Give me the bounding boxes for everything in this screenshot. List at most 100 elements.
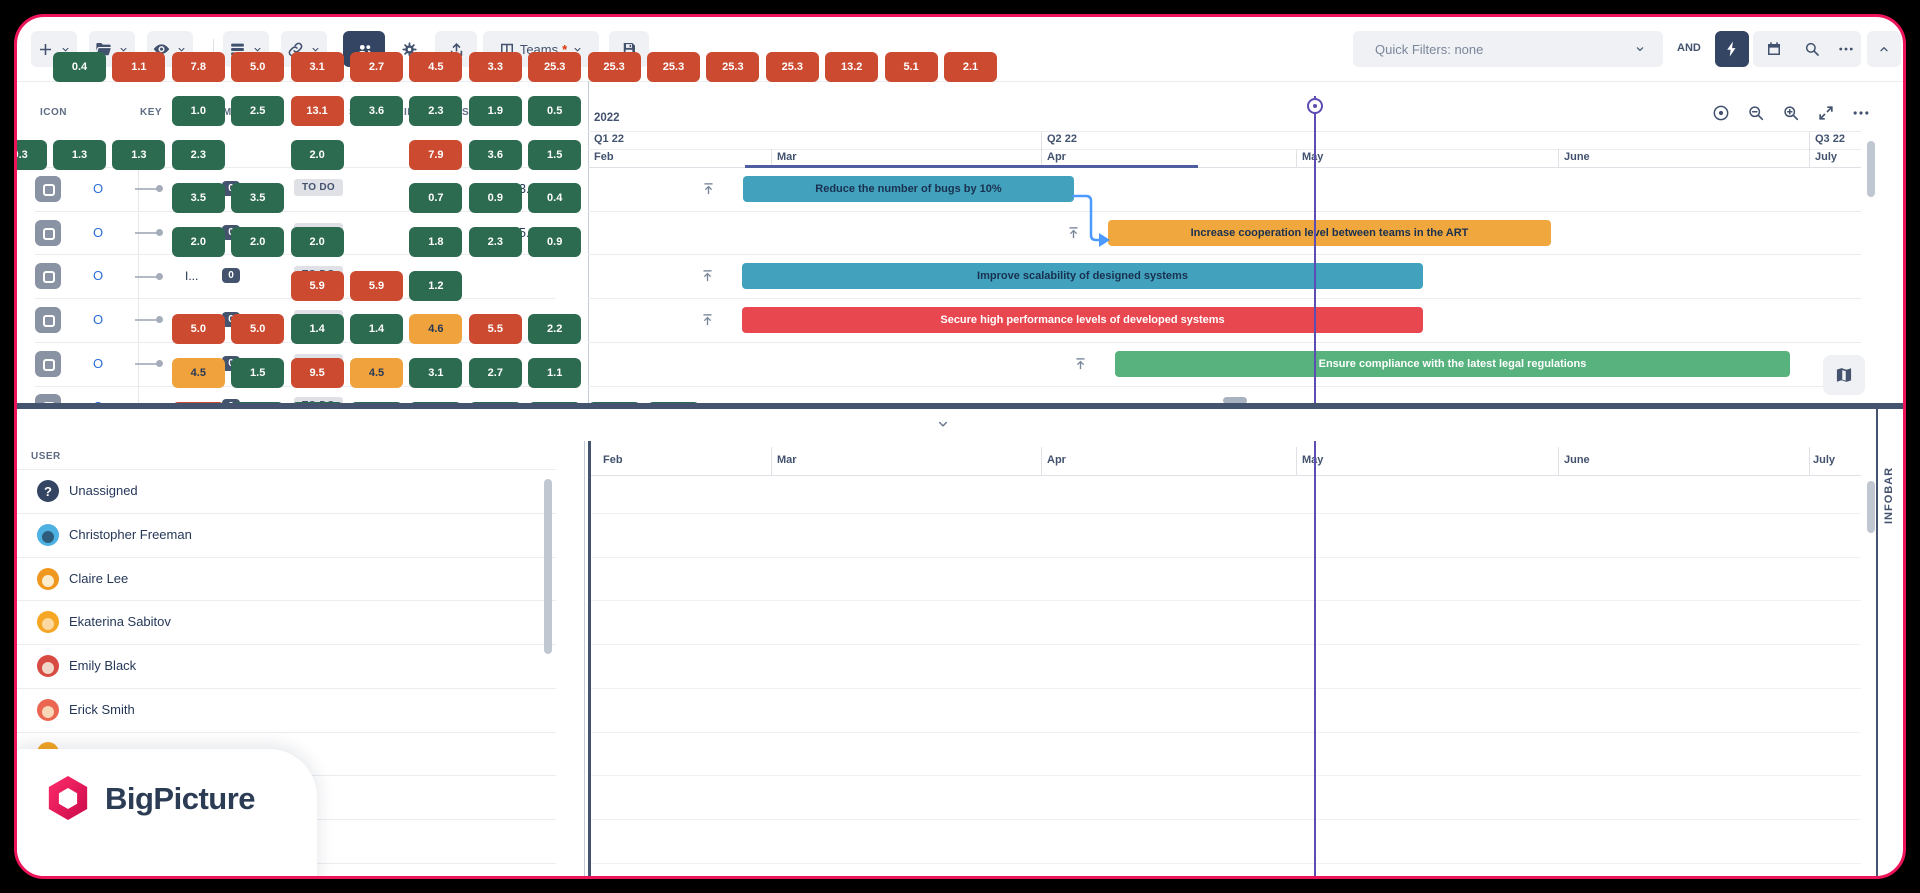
heatmap-cell[interactable]: 3.5 [172,183,225,213]
toolbar-button-calendar[interactable] [1757,31,1791,67]
heatmap-cell[interactable]: 1.3 [53,140,106,170]
viewport-indicator[interactable] [745,165,1198,168]
table-column-header-1[interactable]: KEY [140,107,162,118]
toolbar-button-lightning[interactable] [1715,31,1749,67]
heatmap-cell[interactable]: 2.0 [231,227,284,257]
heatmap-cell[interactable]: 2.5 [231,96,284,126]
heatmap-cell[interactable]: 1.0 [172,96,225,126]
gantt-bar[interactable]: Increase cooperation level between teams… [1108,220,1551,246]
export-milestone-icon[interactable] [1073,356,1088,371]
heatmap-cell[interactable]: 5.0 [231,52,284,82]
user-row[interactable]: Ekaterina Sabitov [17,601,556,643]
heatmap-cell[interactable]: 2.2 [528,314,581,344]
heatmap-cell[interactable]: 0.9 [528,227,581,257]
heatmap-cell[interactable]: 2.0 [291,227,344,257]
heatmap-cell[interactable]: 2.3 [469,227,522,257]
heatmap-cell[interactable]: 0.5 [528,96,581,126]
heatmap-cell[interactable]: 3.1 [291,52,344,82]
gantt-control-zoom-in[interactable] [1777,99,1805,127]
heatmap-cell[interactable]: 5.9 [350,271,403,301]
user-row[interactable]: ?Unassigned [17,470,556,512]
gantt-control-target[interactable] [1707,99,1735,127]
gantt-control-ellipsis[interactable] [1847,99,1875,127]
export-milestone-icon[interactable] [700,268,715,283]
user-row[interactable]: Christopher Freeman [17,514,556,556]
heatmap-cell[interactable]: 1.1 [528,358,581,388]
issue-key-link[interactable]: O [93,268,103,283]
user-list-scrollbar[interactable] [544,479,552,654]
heatmap-cell[interactable]: 0.7 [409,183,462,213]
heatmap-cell[interactable]: 1.2 [409,271,462,301]
heatmap-cell[interactable]: 13.1 [291,96,344,126]
gantt-bar[interactable]: Improve scalability of designed systems [742,263,1423,289]
heatmap-cell[interactable]: 3.3 [469,52,522,82]
resources-vertical-scrollbar[interactable] [1867,481,1875,533]
heatmap-cell[interactable]: 1.5 [528,140,581,170]
heatmap-cell[interactable]: 1.4 [350,314,403,344]
issue-key-link[interactable]: O [93,312,103,327]
heatmap-cell[interactable]: 1.8 [409,227,462,257]
heatmap-cell[interactable]: 2.1 [944,52,997,82]
heatmap-cell[interactable]: 3.6 [469,140,522,170]
expand-bottom-panel-icon[interactable] [934,415,952,433]
heatmap-cell[interactable]: 5.5 [469,314,522,344]
dependency-arrow[interactable] [1068,185,1118,255]
heatmap-cell[interactable]: 4.6 [409,314,462,344]
section-divider-bar[interactable] [17,403,1903,409]
heatmap-cell[interactable]: 2.0 [291,140,344,170]
status-badge[interactable]: TO DO [294,179,343,196]
heatmap-cell[interactable]: 0.4 [53,52,106,82]
today-marker[interactable] [1307,98,1323,114]
heatmap-cell[interactable]: 3.6 [350,96,403,126]
heatmap-cell[interactable]: 25.3 [766,52,819,82]
heatmap-cell[interactable]: 5.1 [885,52,938,82]
table-column-header-0[interactable]: ICON [40,107,67,118]
heatmap-cell[interactable]: 25.3 [588,52,641,82]
toolbar-button-ellipsis[interactable] [1829,31,1863,67]
heatmap-cell[interactable]: 0.9 [469,183,522,213]
heatmap-cell[interactable]: 2.3 [409,96,462,126]
user-row[interactable]: Erick Smith [17,689,556,731]
gantt-bar[interactable]: Ensure compliance with the latest legal … [1115,351,1790,377]
heatmap-cell[interactable]: 2.7 [469,358,522,388]
heatmap-cell[interactable]: 13.2 [825,52,878,82]
heatmap-cell[interactable]: 5.0 [172,314,225,344]
heatmap-cell[interactable]: 7.8 [172,52,225,82]
issue-key-link[interactable]: O [93,356,103,371]
export-milestone-icon[interactable] [700,312,715,327]
infobar-vertical-label[interactable]: INFOBAR [1883,455,1905,535]
heatmap-cell[interactable]: 25.3 [528,52,581,82]
heatmap-cell[interactable]: 5.9 [291,271,344,301]
heatmap-cell[interactable]: 2.3 [172,140,225,170]
map-view-button[interactable] [1823,355,1865,395]
heatmap-cell[interactable]: 1.5 [231,358,284,388]
heatmap-cell[interactable]: 3.5 [231,183,284,213]
export-milestone-icon[interactable] [701,181,716,196]
heatmap-cell[interactable]: 0.3 [14,140,47,170]
gantt-control-expand[interactable] [1812,99,1840,127]
heatmap-cell[interactable]: 9.5 [291,358,344,388]
heatmap-cell[interactable]: 1.9 [469,96,522,126]
issue-key-link[interactable]: O [93,225,103,240]
heatmap-cell[interactable]: 25.3 [647,52,700,82]
heatmap-cell[interactable]: 7.9 [409,140,462,170]
heatmap-cell[interactable]: 4.5 [172,358,225,388]
heatmap-cell[interactable]: 4.5 [350,358,403,388]
issue-summary[interactable]: I... [185,269,198,283]
heatmap-cell[interactable]: 2.7 [350,52,403,82]
toolbar-collapse-button[interactable] [1867,31,1901,67]
heatmap-cell[interactable]: 3.1 [409,358,462,388]
heatmap-cell[interactable]: 1.1 [112,52,165,82]
user-row[interactable]: Emily Black [17,645,556,687]
heatmap-cell[interactable]: 2.0 [172,227,225,257]
gantt-control-zoom-out[interactable] [1742,99,1770,127]
heatmap-cell[interactable]: 1.4 [291,314,344,344]
heatmap-cell[interactable]: 0.4 [528,183,581,213]
heatmap-cell[interactable]: 1.3 [112,140,165,170]
chevron-down-icon[interactable] [1633,42,1647,56]
heatmap-cell[interactable]: 4.5 [409,52,462,82]
quick-filters-dropdown[interactable]: Quick Filters: none [1353,31,1663,67]
gantt-vertical-scrollbar[interactable] [1867,141,1875,197]
toolbar-button-search[interactable] [1795,31,1829,67]
heatmap-cell[interactable]: 5.0 [231,314,284,344]
